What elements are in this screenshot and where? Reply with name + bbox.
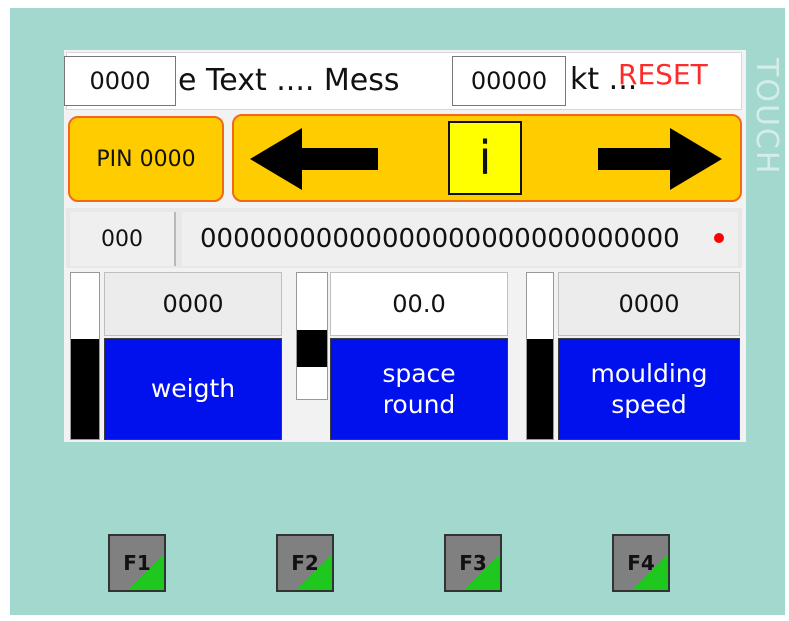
space-round-value[interactable]: 00.0	[330, 272, 508, 336]
space-round-label-line2: round	[382, 390, 456, 419]
bezel-bottom	[0, 615, 789, 621]
scrolling-message: ge Text .... Mess	[159, 63, 400, 98]
status-code: 000	[70, 212, 176, 266]
info-icon: i	[478, 131, 492, 185]
f1-key-label: F1	[123, 551, 151, 575]
f3-key-label: F3	[459, 551, 487, 575]
f3-key[interactable]: F3	[444, 534, 502, 592]
moulding-speed-label-line1: moulding	[590, 358, 708, 388]
weigth-gauge	[70, 272, 100, 440]
moulding-speed-button[interactable]: moulding speed	[558, 338, 740, 440]
weigth-gauge-fill	[71, 339, 99, 439]
moulding-speed-value[interactable]: 0000	[558, 272, 740, 336]
f2-key[interactable]: F2	[276, 534, 334, 592]
f4-key[interactable]: F4	[612, 534, 670, 592]
reset-button[interactable]: RESET	[618, 58, 708, 91]
pin-label: PIN 0000	[96, 146, 196, 172]
arrow-left-icon[interactable]	[250, 128, 378, 190]
f2-key-label: F2	[291, 551, 319, 575]
f4-key-label: F4	[627, 551, 655, 575]
space-round-gauge-fill	[297, 329, 327, 368]
status-indicator-dot	[714, 233, 724, 243]
pin-button[interactable]: PIN 0000	[68, 116, 224, 202]
arrow-right-icon[interactable]	[598, 128, 722, 190]
bezel-left	[0, 0, 10, 621]
message-counter-right: 00000	[452, 56, 566, 106]
moulding-speed-gauge-fill	[527, 339, 553, 439]
moulding-speed-label-line2: speed	[611, 390, 687, 419]
bezel-right	[785, 0, 789, 621]
touch-logo: TOUCH	[752, 58, 784, 176]
moulding-speed-gauge	[526, 272, 554, 440]
info-button[interactable]: i	[448, 121, 522, 195]
weigth-button[interactable]: weigth	[104, 338, 282, 440]
weigth-value[interactable]: 0000	[104, 272, 282, 336]
message-counter-left: 0000	[64, 56, 176, 106]
space-round-gauge	[296, 272, 328, 400]
space-round-button[interactable]: space round	[330, 338, 508, 440]
status-long-value: 00000000000000000000000000000	[182, 212, 738, 266]
space-round-label-line1: space	[382, 358, 456, 388]
weigth-label: weigth	[150, 374, 236, 404]
bezel-top	[0, 0, 789, 8]
f1-key[interactable]: F1	[108, 534, 166, 592]
